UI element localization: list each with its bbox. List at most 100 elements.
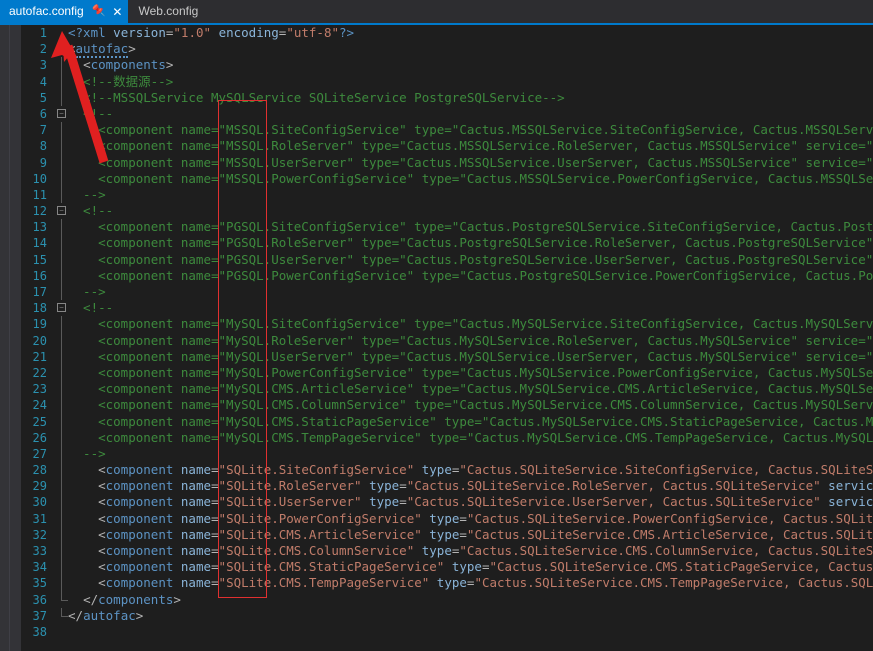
code-lines-container[interactable]: 1 <?xml version="1.0" encoding="utf-8"?> 2… [21,25,873,651]
code-line[interactable]: 6− <!-- [21,106,873,122]
code-editor[interactable]: 1 <?xml version="1.0" encoding="utf-8"?> 2… [0,25,873,651]
code-line[interactable]: 32 <component name="SQLite.CMS.ArticleSe… [21,526,873,543]
code-line-text: <component name="SQLite.CMS.ArticleServi… [98,526,873,542]
code-line[interactable]: 8 <component name="MSSQL.RoleServer" typ… [21,138,873,155]
tab-active-underline [0,23,873,25]
line-number: 10 [32,171,47,186]
code-line[interactable]: 31 <component name="SQLite.PowerConfigSe… [21,510,873,527]
code-line[interactable]: 18− <!-- [21,300,873,316]
fold-guide-line [61,413,62,430]
code-line[interactable]: 26 <component name="MySQL.CMS.TempPageSe… [21,429,873,446]
code-line-text: <component name="PGSQL.RoleServer" type=… [68,235,873,251]
code-line[interactable]: 22 <component name="MySQL.PowerConfigSer… [21,364,873,382]
code-line[interactable]: 20 <component name="MySQL.RoleServer" ty… [21,332,873,349]
red-rectangle-annotation [218,100,267,598]
close-icon[interactable]: ✕ [112,6,122,18]
fold-collapse-icon[interactable]: − [57,108,66,118]
code-line-text: <component name="MySQL.CMS.ColumnService… [68,397,873,413]
code-line-text: <!-- [68,105,114,121]
code-line[interactable]: 24 <component name="MySQL.CMS.ColumnServ… [21,397,873,414]
fold-guide-line [61,478,62,495]
code-line[interactable]: 16 <component name="PGSQL.PowerConfigSer… [21,267,873,284]
code-line[interactable]: 15 <component name="PGSQL.UserServer" ty… [21,251,873,268]
fold-guide-line [61,267,62,284]
tab-label: autofac.config [9,4,84,18]
line-number: 37 [32,608,47,623]
line-number: 26 [32,430,47,445]
code-line[interactable]: 34 <component name="SQLite.CMS.StaticPag… [21,559,873,576]
code-line[interactable]: 3 <components> [21,57,873,74]
fold-guide-line [61,332,62,349]
fold-collapse-icon[interactable]: − [57,206,66,216]
code-line-text: <!--数据源--> [68,73,174,89]
code-line[interactable]: 36 </components> [21,591,873,608]
editor-margin-divider [9,25,10,651]
code-line-text: <component name="SQLite.UserServer" type… [98,494,873,510]
fold-guide-line [61,575,62,592]
line-number: 14 [32,236,47,251]
code-line[interactable]: 30 <component name="SQLite.UserServer" t… [21,494,873,511]
code-line[interactable]: 17 --> [21,284,873,301]
code-line[interactable]: 19 <component name="MySQL.SiteConfigServ… [21,316,873,333]
code-line[interactable]: 10 <component name="MSSQL.PowerConfigSer… [21,170,873,187]
line-number: 36 [32,592,47,607]
code-line[interactable]: 14 <component name="PGSQL.RoleServer" ty… [21,235,873,252]
code-line[interactable]: 29 <component name="SQLite.RoleServer" t… [21,478,873,495]
code-line[interactable]: 28 <component name="SQLite.SiteConfigSer… [21,462,873,479]
fold-guide-line [61,186,62,204]
line-number: 3 [39,58,47,73]
line-number: 7 [39,123,47,138]
fold-guide-line [61,154,62,171]
code-line-text: <component name="PGSQL.UserServer" type=… [68,251,873,267]
code-line-text: <component name="SQLite.CMS.TempPageServ… [98,575,873,591]
line-number: 15 [32,252,47,267]
fold-guide-line [61,57,62,74]
fold-guide-line [61,284,62,301]
line-number: 2 [39,42,47,57]
code-line-text: <component name="SQLite.CMS.ColumnServic… [98,543,873,558]
code-line[interactable]: 11 --> [21,186,873,204]
code-line[interactable]: 35 <component name="SQLite.CMS.TempPageS… [21,575,873,592]
line-number: 6 [39,106,47,121]
fold-guide-line [61,73,62,90]
line-number: 9 [39,155,47,170]
fold-guide-line [61,494,62,511]
line-number: 34 [32,560,47,575]
editor-tab-bar: autofac.config 📌 ✕ Web.config [0,0,873,23]
line-number: 24 [32,398,47,413]
line-number: 28 [32,463,47,478]
code-line[interactable]: 7 <component name="MSSQL.SiteConfigServi… [21,122,873,139]
code-line[interactable]: 27 --> [21,445,873,463]
fold-guide-line [61,235,62,252]
code-line[interactable]: 9 <component name="MSSQL.UserServer" typ… [21,154,873,171]
fold-collapse-icon[interactable]: − [57,303,66,313]
code-line[interactable]: 38 [21,624,873,640]
fold-guide-line [61,397,62,414]
code-line-text: <component name="MySQL.RoleServer" type=… [68,332,873,348]
tab-web-config[interactable]: Web.config [128,0,209,23]
line-number: 32 [32,527,47,542]
tab-autofac-config[interactable]: autofac.config 📌 ✕ [0,0,129,23]
code-line-text: <autofac> [68,41,136,59]
code-line[interactable]: 23 <component name="MySQL.CMS.ArticleSer… [21,381,873,398]
code-line[interactable]: 21 <component name="MySQL.UserServer" ty… [21,348,873,365]
code-line-text: <components> [83,57,174,73]
code-line[interactable]: 25 <component name="MySQL.CMS.StaticPage… [21,413,873,430]
line-number: 5 [39,90,47,105]
code-line[interactable]: 13 <component name="PGSQL.SiteConfigServ… [21,219,873,236]
line-number: 4 [39,74,47,89]
code-line-text: <component name="PGSQL.PowerConfigServic… [68,267,873,283]
code-line[interactable]: 5 <!--MSSQLService MySQLService SQLiteSe… [21,89,873,106]
code-line[interactable]: 4 <!--数据源--> [21,73,873,90]
code-line[interactable]: 2− <autofac> [21,41,873,59]
fold-collapse-icon[interactable]: − [57,44,66,54]
code-line[interactable]: 12− <!-- [21,203,873,219]
fold-guide-line [61,445,62,463]
code-line[interactable]: 33 <component name="SQLite.CMS.ColumnSer… [21,543,873,560]
fold-guide-line [61,429,62,446]
code-line[interactable]: 37 </autofac> [21,607,873,624]
code-line-text: <!--MSSQLService MySQLService SQLiteServ… [68,89,565,105]
code-line[interactable]: 1 <?xml version="1.0" encoding="utf-8"?> [21,25,873,41]
pin-icon[interactable]: 📌 [92,5,106,17]
code-line-text: --> [68,445,106,461]
